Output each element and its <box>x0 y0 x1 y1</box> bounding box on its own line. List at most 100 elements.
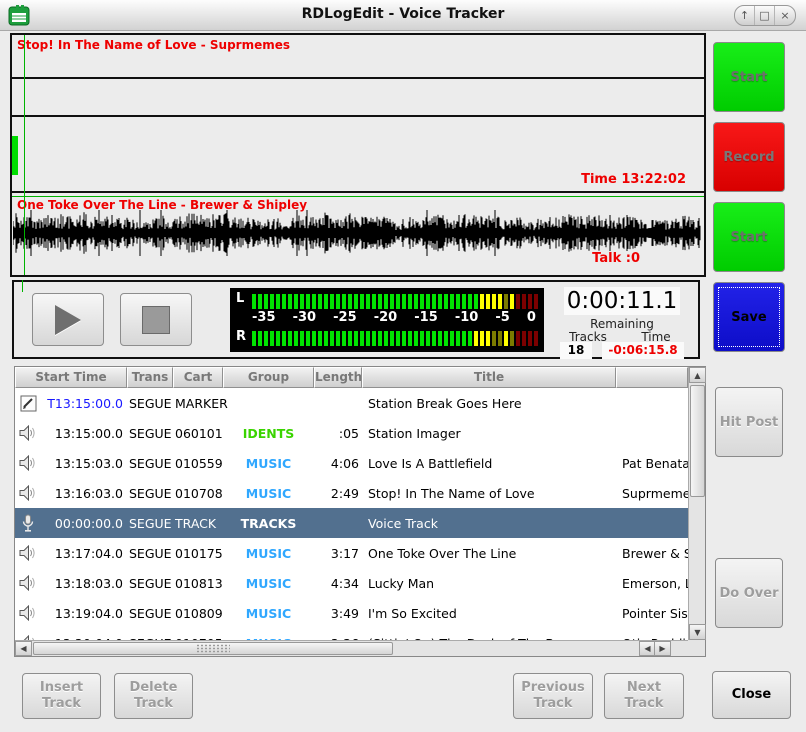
meter-segment <box>498 294 502 309</box>
cell-cart: 010813 <box>173 576 223 591</box>
meter-segment <box>318 294 322 309</box>
meter-segment <box>252 294 256 309</box>
cell-start-time: 13:16:03.0 <box>41 486 127 501</box>
cell-length: :05 <box>314 426 362 441</box>
window-controls: ↑ □ × <box>734 5 796 26</box>
thumb-grip <box>196 644 230 653</box>
meter-segment <box>378 294 382 309</box>
meter-scale-label: -30 <box>293 310 317 328</box>
voice-tracker-window: RDLogEdit - Voice Tracker ↑ □ × Stop! In… <box>0 0 806 732</box>
meter-segment <box>384 294 388 309</box>
meter-segment <box>288 294 292 309</box>
meter-segment <box>510 294 514 309</box>
meter-segment <box>414 331 418 346</box>
scroll-left-button[interactable]: ◀ <box>15 641 32 656</box>
track3-pane: One Toke Over The Line - Brewer & Shiple… <box>12 193 704 269</box>
start-track3-button[interactable]: Start <box>713 202 785 272</box>
meter-scale-label: -10 <box>455 310 479 328</box>
do-over-button[interactable]: Do Over <box>715 558 783 628</box>
horizontal-scrollbar[interactable]: ◀ ◀ ▶ <box>15 640 688 656</box>
meter-segment <box>270 331 274 346</box>
meter-segment <box>528 331 532 346</box>
meter-segment <box>432 331 436 346</box>
maximize-window-button[interactable]: □ <box>755 6 775 25</box>
start-track1-button[interactable]: Start <box>713 42 785 112</box>
log-row[interactable]: 13:17:04.0SEGUE010175MUSIC3:17One Toke O… <box>15 538 688 568</box>
cell-title: Voice Track <box>362 516 616 531</box>
cell-title: Love Is A Battlefield <box>362 456 616 471</box>
column-header-artist[interactable] <box>616 367 688 388</box>
meter-segment <box>492 331 496 346</box>
cell-cart: 010708 <box>173 486 223 501</box>
log-row[interactable]: 13:15:03.0SEGUE010559MUSIC4:06Love Is A … <box>15 448 688 478</box>
record-button[interactable]: Record <box>713 122 785 192</box>
scroll-down-button[interactable]: ▼ <box>689 624 706 640</box>
cell-trans: SEGUE <box>127 606 173 621</box>
column-header-trans[interactable]: Trans <box>127 367 173 388</box>
log-row[interactable]: 13:15:00.0SEGUE060101IDENTS:05Station Im… <box>15 418 688 448</box>
spacer-pane <box>12 79 704 117</box>
cell-start-time: 13:17:04.0 <box>41 546 127 561</box>
shade-window-button[interactable]: ↑ <box>735 6 755 25</box>
cell-title: Station Imager <box>362 426 616 441</box>
meter-segment <box>450 294 454 309</box>
track1-pane: Stop! In The Name of Love - Suprmemes <box>12 35 704 79</box>
scroll-up-button[interactable]: ▲ <box>689 367 706 383</box>
stop-icon <box>142 306 170 334</box>
meter-segment <box>480 294 484 309</box>
delete-track-button[interactable]: Delete Track <box>114 673 193 719</box>
column-header-start-time[interactable]: Start Time <box>15 367 127 388</box>
track1-title-label: Stop! In The Name of Love - Suprmemes <box>17 38 290 52</box>
hit-post-button[interactable]: Hit Post <box>715 387 783 457</box>
meter-segment <box>258 331 262 346</box>
cell-group: MUSIC <box>223 576 314 591</box>
meter-scale-label: -20 <box>374 310 398 328</box>
speaker-icon <box>15 575 41 591</box>
column-header-group[interactable]: Group <box>223 367 314 388</box>
meter-scale: -35-30-25-20-15-10-50 <box>252 310 536 328</box>
meter-segment <box>498 331 502 346</box>
meter-segment <box>468 294 472 309</box>
log-row[interactable]: T13:15:00.0SEGUEMARKERStation Break Goes… <box>15 388 688 418</box>
horizontal-scroll-thumb[interactable] <box>33 642 393 655</box>
stop-button[interactable] <box>120 293 192 346</box>
next-track-button[interactable]: Next Track <box>604 673 684 719</box>
log-row[interactable]: 13:18:03.0SEGUE010813MUSIC4:34Lucky ManE… <box>15 568 688 598</box>
column-header-title[interactable]: Title <box>362 367 616 388</box>
meter-segment <box>270 294 274 309</box>
column-header-length[interactable]: Length <box>314 367 362 388</box>
table-rows: T13:15:00.0SEGUEMARKERStation Break Goes… <box>15 388 688 642</box>
meter-segment <box>450 331 454 346</box>
vertical-scroll-thumb[interactable] <box>690 385 705 497</box>
insert-track-button[interactable]: Insert Track <box>22 673 101 719</box>
meter-segment <box>396 294 400 309</box>
cell-length: 2:49 <box>314 486 362 501</box>
meter-segment <box>462 331 466 346</box>
cell-artist: Suprmemes <box>616 486 688 501</box>
meter-segment <box>480 331 484 346</box>
meter-segment <box>312 331 316 346</box>
cell-artist: Pointer Sisters <box>616 606 688 621</box>
previous-track-button[interactable]: Previous Track <box>513 673 593 719</box>
log-row[interactable]: 13:19:04.0SEGUE010809MUSIC3:49I'm So Exc… <box>15 598 688 628</box>
column-header-cart[interactable]: Cart <box>173 367 223 388</box>
meter-segment <box>258 294 262 309</box>
cell-cart: 010809 <box>173 606 223 621</box>
cell-artist: Brewer & Shipley <box>616 546 688 561</box>
play-button[interactable] <box>32 293 104 346</box>
close-button[interactable]: Close <box>712 671 791 719</box>
save-button[interactable]: Save <box>713 282 785 352</box>
cell-start-time: T13:15:00.0 <box>41 396 127 411</box>
meter-segment <box>252 331 256 346</box>
meter-segment <box>306 331 310 346</box>
play-icon <box>55 305 81 335</box>
log-row[interactable]: 00:00:00.0SEGUETRACKTRACKSVoice Track <box>15 508 688 538</box>
meter-segment <box>330 331 334 346</box>
cell-group: MUSIC <box>223 456 314 471</box>
meter-segment <box>516 331 520 346</box>
log-row[interactable]: 13:16:03.0SEGUE010708MUSIC2:49Stop! In T… <box>15 478 688 508</box>
scroll-right-button[interactable]: ▶ <box>654 641 671 656</box>
cell-trans: SEGUE <box>127 576 173 591</box>
vertical-scrollbar[interactable]: ▲ ▼ <box>688 367 705 640</box>
close-window-button[interactable]: × <box>775 6 795 25</box>
